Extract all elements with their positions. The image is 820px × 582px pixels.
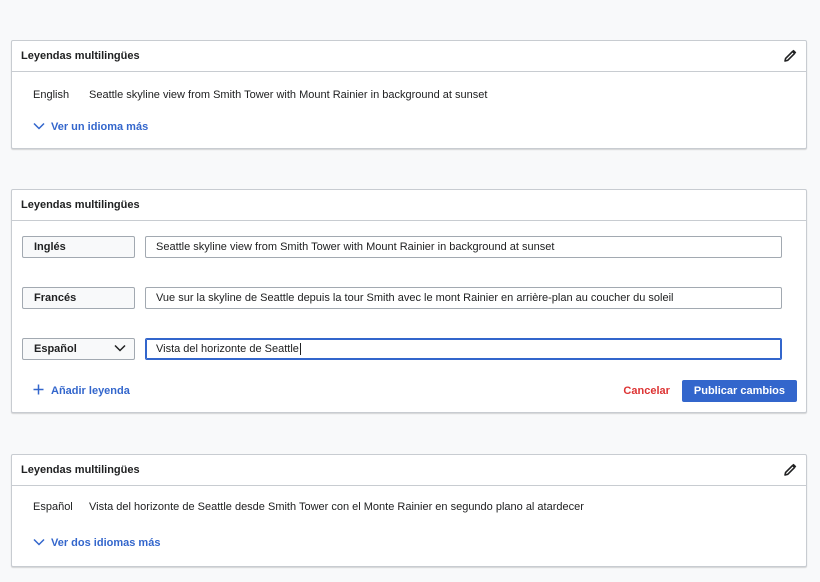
caption-input-value: Vista del horizonte de Seattle — [156, 343, 299, 355]
panel-header: Leyendas multilingües — [12, 190, 806, 221]
caption-input-value: Seattle skyline view from Smith Tower wi… — [156, 241, 555, 253]
language-select-value: Español — [34, 343, 77, 355]
plus-icon — [33, 384, 44, 398]
panel-title: Leyendas multilingües — [21, 199, 140, 211]
text-cursor — [299, 343, 301, 355]
caption-edit-row-french: Francés Vue sur la skyline de Seattle de… — [22, 287, 782, 309]
caption-row: Español Vista del horizonte de Seattle d… — [12, 486, 806, 513]
chevron-down-icon — [114, 343, 126, 355]
caption-edit-row-english: Inglés Seattle skyline view from Smith T… — [22, 236, 782, 258]
add-caption-button[interactable]: Añadir leyenda — [33, 384, 130, 398]
panel-header: Leyendas multilingües — [12, 455, 806, 486]
language-label: Inglés — [22, 236, 135, 258]
pencil-icon[interactable] — [782, 48, 798, 64]
caption-input-english[interactable]: Seattle skyline view from Smith Tower wi… — [145, 236, 782, 258]
caption-language: English — [33, 89, 70, 101]
panel-title: Leyendas multilingües — [21, 464, 140, 476]
edit-footer: Añadir leyenda Cancelar Publicar cambios — [12, 380, 806, 402]
caption-row: English Seattle skyline view from Smith … — [12, 72, 806, 101]
caption-text: Vista del horizonte de Seattle desde Smi… — [89, 501, 584, 513]
caption-input-french[interactable]: Vue sur la skyline de Seattle depuis la … — [145, 287, 782, 309]
publish-button[interactable]: Publicar cambios — [681, 380, 797, 402]
pencil-icon[interactable] — [782, 462, 798, 478]
add-caption-label: Añadir leyenda — [51, 385, 130, 397]
language-label: Francés — [22, 287, 135, 309]
captions-panel-view-spanish: Leyendas multilingües Español Vista del … — [11, 454, 807, 567]
cancel-button[interactable]: Cancelar — [623, 385, 669, 397]
caption-input-spanish[interactable]: Vista del horizonte de Seattle — [145, 338, 782, 360]
show-more-label: Ver dos idiomas más — [51, 537, 161, 549]
captions-panel-edit: Leyendas multilingües Inglés Seattle sky… — [11, 189, 807, 413]
caption-text: Seattle skyline view from Smith Tower wi… — [89, 89, 488, 101]
show-more-languages-link[interactable]: Ver un idioma más — [12, 101, 806, 133]
panel-title: Leyendas multilingües — [21, 50, 140, 62]
caption-edit-row-spanish: Español Vista del horizonte de Seattle — [22, 338, 782, 360]
panel-header: Leyendas multilingües — [12, 41, 806, 72]
edit-actions: Cancelar Publicar cambios — [623, 380, 797, 402]
show-more-label: Ver un idioma más — [51, 121, 149, 133]
chevron-down-icon — [33, 537, 45, 549]
show-more-languages-link[interactable]: Ver dos idiomas más — [12, 513, 806, 549]
chevron-down-icon — [33, 121, 45, 133]
captions-panel-view: Leyendas multilingües English Seattle sk… — [11, 40, 807, 149]
language-select[interactable]: Español — [22, 338, 135, 360]
caption-input-value: Vue sur la skyline de Seattle depuis la … — [156, 292, 674, 304]
caption-language: Español — [33, 501, 73, 513]
